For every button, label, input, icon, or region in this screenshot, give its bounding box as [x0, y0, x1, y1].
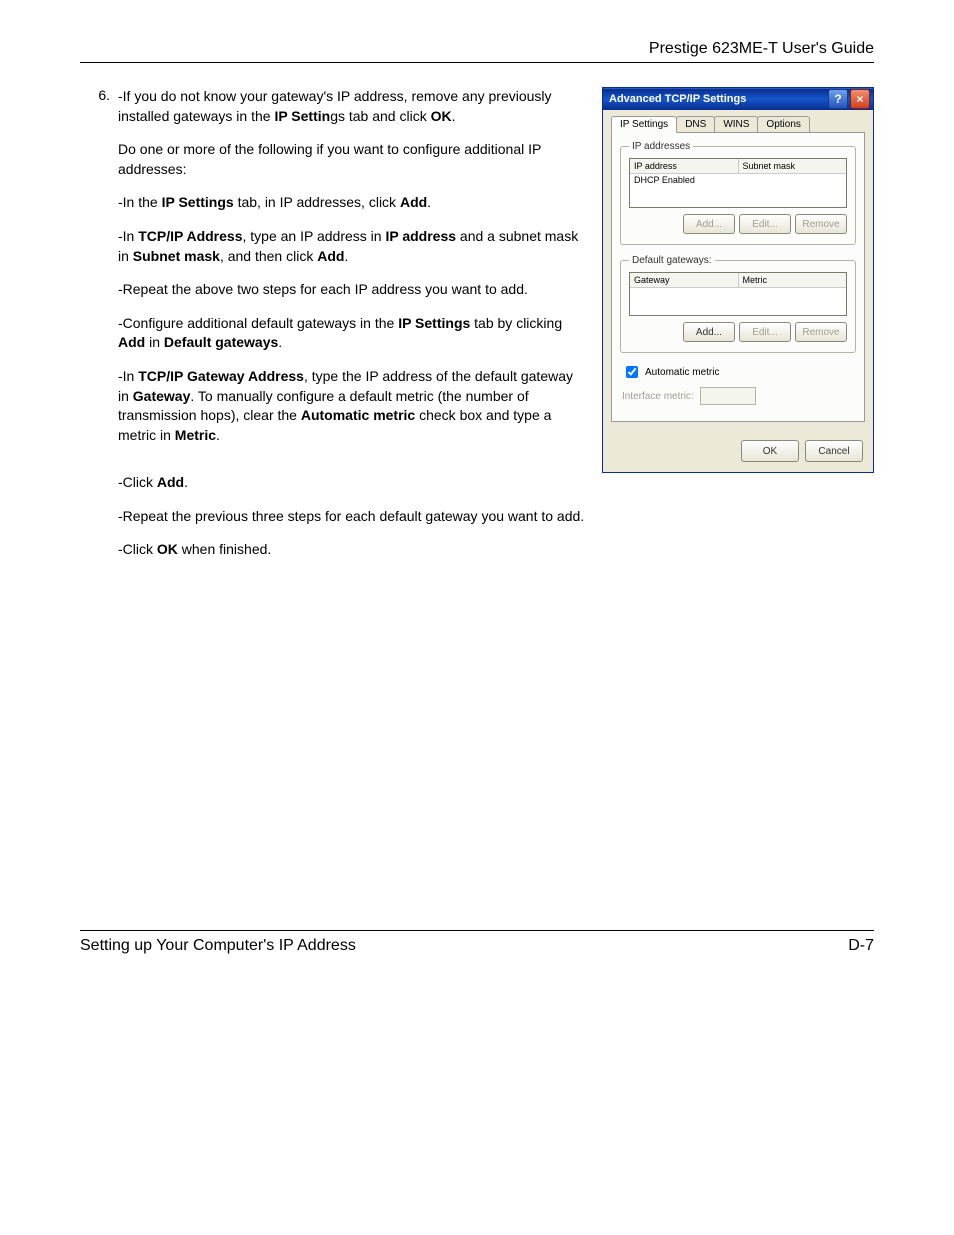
- ip-addresses-legend: IP addresses: [629, 141, 693, 152]
- col-subnet-mask: Subnet mask: [739, 159, 847, 173]
- dialog-titlebar: Advanced TCP/IP Settings ? ×: [603, 88, 873, 110]
- paragraph: -Click OK when finished.: [118, 540, 874, 560]
- cancel-button[interactable]: Cancel: [805, 440, 863, 462]
- col-ip-address: IP address: [630, 159, 739, 173]
- header-rule: [80, 62, 874, 63]
- ip-addresses-listbox[interactable]: IP address Subnet mask DHCP Enabled: [629, 158, 847, 208]
- ok-button[interactable]: OK: [741, 440, 799, 462]
- ip-remove-button[interactable]: Remove: [795, 214, 847, 234]
- tab-wins[interactable]: WINS: [714, 116, 758, 132]
- ip-edit-button[interactable]: Edit...: [739, 214, 791, 234]
- tab-dns[interactable]: DNS: [676, 116, 715, 132]
- interface-metric-label: Interface metric:: [622, 391, 694, 402]
- ip-addresses-group: IP addresses IP address Subnet mask DHCP…: [620, 141, 856, 245]
- step-continued: -Click Add. -Repeat the previous three st…: [118, 473, 874, 560]
- paragraph: -Repeat the above two steps for each IP …: [118, 280, 584, 300]
- tcpip-dialog: Advanced TCP/IP Settings ? × IP Settings…: [602, 87, 874, 473]
- paragraph: -Repeat the previous three steps for eac…: [118, 507, 874, 527]
- step-body: -If you do not know your gateway's IP ad…: [118, 87, 584, 459]
- automatic-metric-label: Automatic metric: [645, 367, 719, 378]
- automatic-metric-checkbox[interactable]: [626, 366, 638, 378]
- paragraph: Do one or more of the following if you w…: [118, 140, 584, 179]
- help-icon[interactable]: ?: [828, 89, 848, 109]
- dialog-tabs: IP Settings DNS WINS Options: [611, 116, 865, 132]
- tab-ip-settings[interactable]: IP Settings: [611, 116, 677, 133]
- gw-add-button[interactable]: Add...: [683, 322, 735, 342]
- close-icon[interactable]: ×: [850, 89, 870, 109]
- footer-rule: [80, 930, 874, 931]
- gateways-listbox[interactable]: Gateway Metric: [629, 272, 847, 316]
- paragraph: -Click Add.: [118, 473, 874, 493]
- paragraph: -In TCP/IP Address, type an IP address i…: [118, 227, 584, 266]
- tab-panel: IP addresses IP address Subnet mask DHCP…: [611, 132, 865, 422]
- dialog-title: Advanced TCP/IP Settings: [609, 93, 746, 105]
- page-footer: Setting up Your Computer's IP Address D-…: [80, 930, 874, 955]
- default-gateways-legend: Default gateways:: [629, 255, 715, 266]
- paragraph: -In TCP/IP Gateway Address, type the IP …: [118, 367, 584, 445]
- step-number: 6.: [80, 87, 110, 459]
- paragraph: -If you do not know your gateway's IP ad…: [118, 87, 584, 126]
- gw-edit-button[interactable]: Edit...: [739, 322, 791, 342]
- gw-remove-button[interactable]: Remove: [795, 322, 847, 342]
- paragraph: -Configure additional default gateways i…: [118, 314, 584, 353]
- footer-left: Setting up Your Computer's IP Address: [80, 937, 356, 955]
- paragraph: -In the IP Settings tab, in IP addresses…: [118, 193, 584, 213]
- tab-options[interactable]: Options: [757, 116, 809, 132]
- footer-right: D-7: [848, 937, 874, 955]
- col-gateway: Gateway: [630, 273, 739, 287]
- ip-add-button[interactable]: Add...: [683, 214, 735, 234]
- list-row: DHCP Enabled: [630, 174, 846, 186]
- header-title: Prestige 623ME-T User's Guide: [80, 40, 874, 58]
- interface-metric-input: [700, 387, 756, 405]
- col-metric: Metric: [739, 273, 847, 287]
- default-gateways-group: Default gateways: Gateway Metric Add... …: [620, 255, 856, 353]
